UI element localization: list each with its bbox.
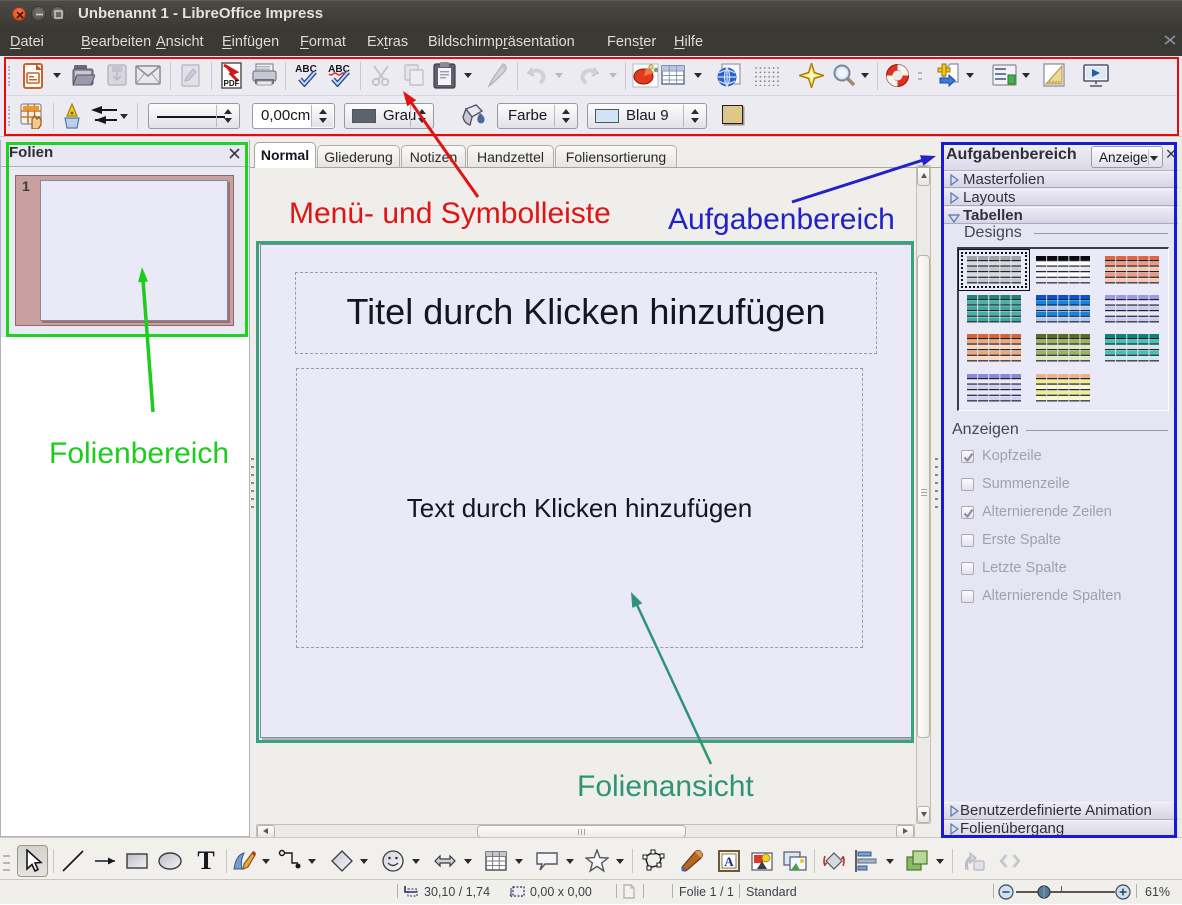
svg-text:A: A	[724, 854, 734, 869]
